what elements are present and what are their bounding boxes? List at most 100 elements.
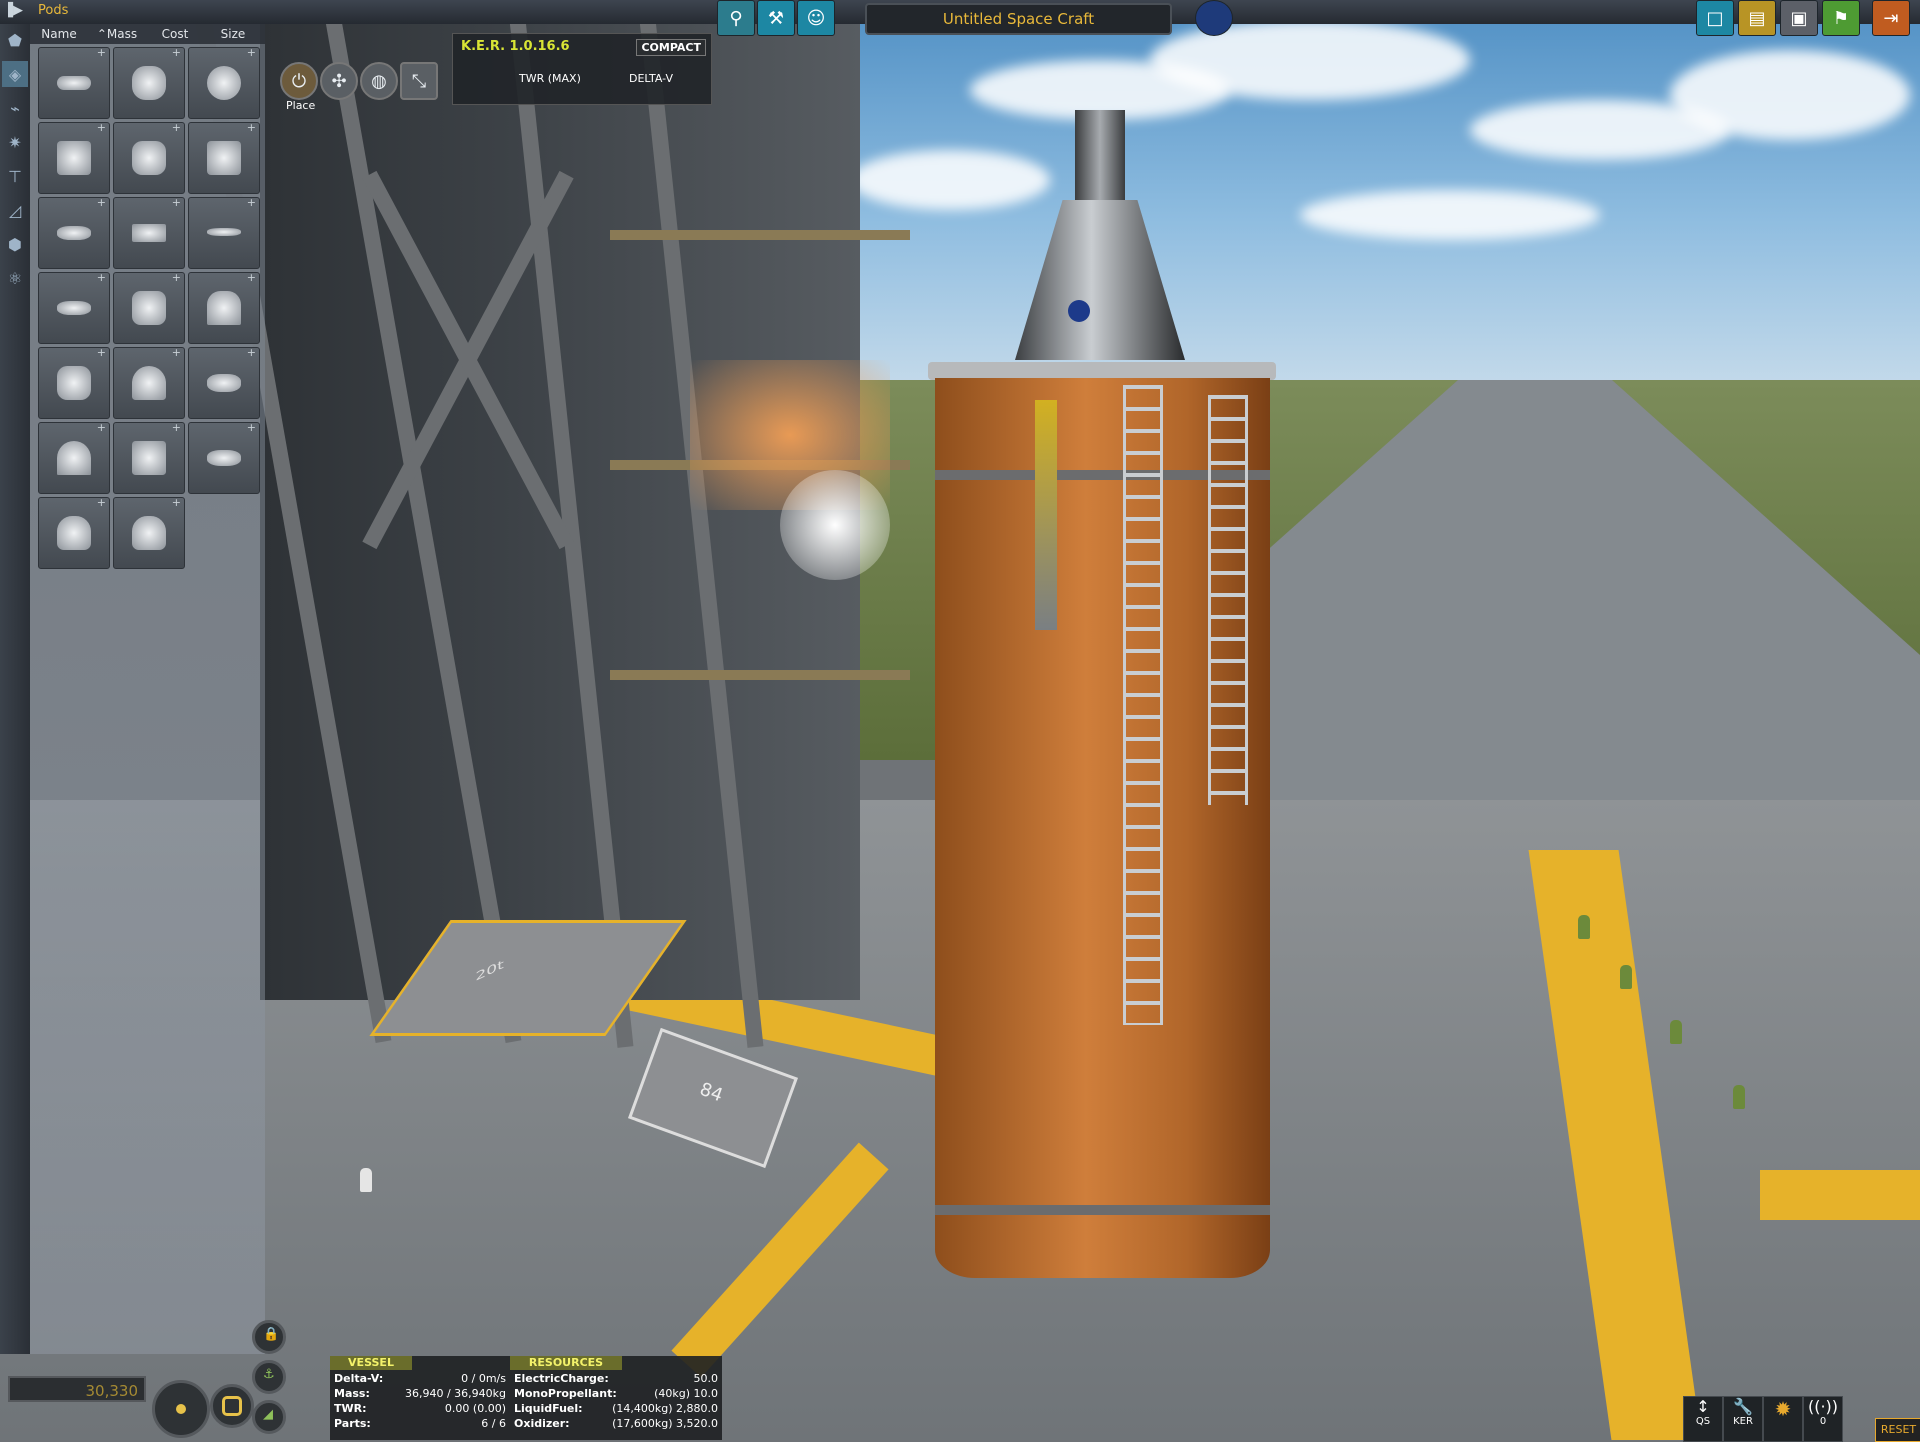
utility-filter-icon[interactable]: ⬢ (2, 231, 28, 257)
part-tile[interactable] (188, 121, 260, 194)
root-icon[interactable]: ⤡ (400, 62, 438, 100)
wrench-hammer-icon[interactable]: ⚒ (757, 0, 795, 36)
part-tile[interactable] (188, 196, 260, 269)
ker-window[interactable]: K.E.R. 1.0.16.6 COMPACT TWR (MAX) DELTA-… (452, 33, 712, 105)
capsule-mk1-icon (132, 516, 166, 550)
filter-sidebar: ⬟ ◈ ⌁ ✷ ⊤ ◿ ⬢ ⚛ (0, 24, 30, 1354)
part-tile[interactable] (188, 421, 260, 494)
part-tile[interactable] (38, 196, 110, 269)
part-tile[interactable] (38, 421, 110, 494)
resources-header: RESOURCES (510, 1356, 622, 1370)
signal-button[interactable]: ((·)) 0 (1803, 1396, 1843, 1442)
part-tile[interactable] (38, 346, 110, 419)
editor-extras-button[interactable]: ◢ (252, 1400, 286, 1434)
resource-row: MonoPropellant: (40kg) 10.0 (514, 1387, 718, 1400)
part-tile[interactable] (188, 271, 260, 344)
part-tile[interactable] (38, 496, 110, 569)
sort-row: Name ⌃Mass Cost Size (30, 24, 265, 44)
offset-icon[interactable]: ✣ (320, 62, 358, 100)
settings-button[interactable]: ✹ (1763, 1396, 1803, 1442)
resource-row: LiquidFuel: (14,400kg) 2,880.0 (514, 1402, 718, 1415)
vessel-name[interactable]: Untitled Space Craft (943, 10, 1094, 28)
launch-icon[interactable]: ⚑ (1822, 0, 1860, 36)
pad-marking: 20t (475, 957, 504, 985)
action-groups-icon[interactable]: ⚲ (717, 0, 755, 36)
part-tile[interactable] (113, 496, 185, 569)
new-icon[interactable]: □ (1696, 0, 1734, 36)
ladder[interactable] (1208, 395, 1248, 805)
ker-title: K.E.R. 1.0.16.6 (461, 39, 570, 54)
ker-label: KER (1733, 1416, 1753, 1427)
symmetry-button[interactable] (210, 1384, 254, 1428)
reset-label: RESET (1880, 1423, 1917, 1436)
editor-extras-icon: ◢ (263, 1407, 273, 1422)
part-tile[interactable] (113, 421, 185, 494)
capsule-icon (207, 291, 241, 325)
nasa-flag-icon[interactable] (1195, 0, 1233, 36)
sort-mass-label: Mass (106, 27, 138, 41)
sort-size-button[interactable]: Size (204, 27, 262, 41)
game-scene[interactable]: 20t 84 (0, 0, 1920, 1440)
com-icon (176, 1404, 186, 1414)
ker-button[interactable]: 🔧 KER (1723, 1396, 1763, 1442)
heatshield-icon (207, 228, 241, 236)
place-label: Place (286, 99, 316, 112)
funds-value: 30,330 (85, 1382, 139, 1400)
pad-marking: 84 (696, 1078, 726, 1107)
quicksave-label: QS (1695, 1416, 1711, 1427)
part-tile[interactable] (113, 121, 185, 194)
engines-filter-icon[interactable]: ⌁ (2, 95, 28, 121)
save-icon[interactable]: ▣ (1780, 0, 1818, 36)
science-filter-icon[interactable]: ⚛ (2, 265, 28, 291)
sort-name-button[interactable]: Name (30, 27, 88, 41)
aero-filter-icon[interactable]: ◿ (2, 197, 28, 223)
sort-cost-button[interactable]: Cost (146, 27, 204, 41)
lander-icon (207, 374, 241, 392)
vessel-row: Delta-V: 0 / 0m/s (334, 1372, 506, 1385)
kerbal (1733, 1085, 1745, 1109)
gear-icon (57, 301, 91, 315)
yellow-stripe (1760, 1170, 1920, 1220)
fuel-tanks-filter-icon[interactable]: ◈ (2, 61, 28, 87)
rcs-antenna[interactable] (1035, 400, 1057, 630)
lock-button[interactable]: 🔒 (252, 1320, 286, 1354)
pod-icon (132, 141, 166, 175)
ladder[interactable] (1123, 385, 1163, 1025)
rotate-icon[interactable]: ◍ (360, 62, 398, 100)
part-tile[interactable] (113, 196, 185, 269)
angle-snap-button[interactable]: ⚓ (252, 1360, 286, 1394)
panel-toggle-icon[interactable]: ▐▶ (3, 3, 23, 21)
vessel-row: Mass: 36,940 / 36,940kg (334, 1387, 506, 1400)
place-icon[interactable]: ⏻ (280, 62, 318, 100)
part-tile[interactable] (188, 346, 260, 419)
part-tile[interactable] (188, 46, 260, 119)
part-tile[interactable] (38, 121, 110, 194)
center-of-mass-button[interactable] (152, 1380, 210, 1438)
sphere-icon (207, 66, 241, 100)
part-tile[interactable] (113, 271, 185, 344)
crew-icon[interactable]: ☺ (797, 0, 835, 36)
ker-compact-button[interactable]: COMPACT (636, 39, 706, 56)
reset-button[interactable]: RESET (1875, 1418, 1920, 1442)
vessel-name-field[interactable]: Untitled Space Craft (865, 3, 1172, 35)
pods-filter-icon[interactable]: ⬟ (2, 27, 28, 53)
vessel-row: TWR: 0.00 (0.00) (334, 1402, 506, 1415)
structural-filter-icon[interactable]: ⊤ (2, 163, 28, 189)
resource-row: ElectricCharge: 50.0 (514, 1372, 718, 1385)
control-filter-icon[interactable]: ✷ (2, 129, 28, 155)
part-tile[interactable] (113, 346, 185, 419)
cupola-icon (57, 141, 91, 175)
angle-snap-icon: ⚓ (263, 1367, 275, 1382)
editor-mode-buttons: ⏻ ✣ ◍ ⤡ (280, 58, 440, 102)
part-tile[interactable] (38, 271, 110, 344)
sort-mass-button[interactable]: ⌃Mass (88, 27, 146, 41)
rocket-nozzle[interactable] (1075, 110, 1125, 205)
part-tile[interactable] (38, 46, 110, 119)
exit-icon[interactable]: ⇥ (1872, 0, 1910, 36)
settings-icon: ✹ (1774, 1397, 1792, 1421)
kerbal (1578, 915, 1590, 939)
load-icon[interactable]: ▤ (1738, 0, 1776, 36)
part-tile[interactable] (113, 46, 185, 119)
resource-row: Oxidizer: (17,600kg) 3,520.0 (514, 1417, 718, 1430)
quicksave-button[interactable]: ↕ QS (1683, 1396, 1723, 1442)
